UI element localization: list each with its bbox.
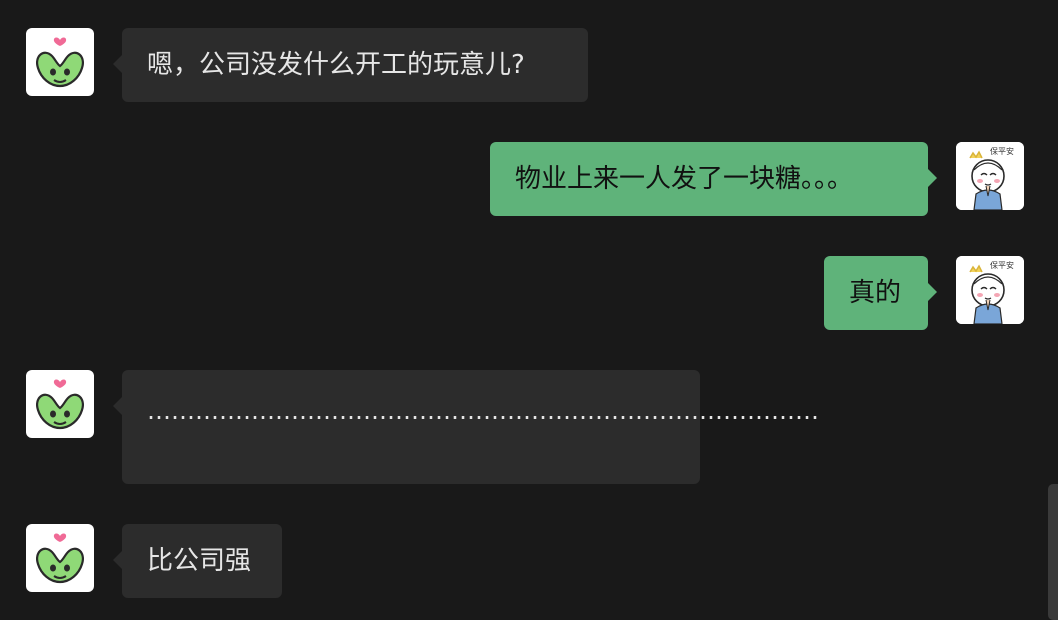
contact-avatar[interactable]: [26, 370, 94, 438]
message-bubble-outgoing[interactable]: 真的: [824, 256, 937, 330]
svg-text:保平安: 保平安: [990, 146, 1014, 156]
chat-history: 嗯，公司没发什么开工的玩意儿? 物业上来一人发了一块糖。。。 保平安 真的 保平…: [0, 0, 1058, 620]
contact-avatar[interactable]: [26, 524, 94, 592]
frog-heart-sticker-icon: [36, 37, 84, 88]
svg-text:保平安: 保平安: [990, 260, 1014, 270]
message-text: 嗯，公司没发什么开工的玩意儿?: [147, 50, 525, 80]
message-text: 比公司强: [147, 546, 252, 576]
cartoon-kid-praying-icon: 保平安: [956, 256, 1024, 324]
frog-heart-sticker-icon: [36, 533, 84, 584]
scrollbar-thumb[interactable]: [1048, 484, 1058, 620]
message-bubble-outgoing[interactable]: 物业上来一人发了一块糖。。。: [490, 142, 937, 216]
message-text: 物业上来一人发了一块糖。。。: [515, 164, 854, 194]
self-avatar[interactable]: 保平安: [956, 256, 1024, 324]
cartoon-kid-praying-icon: 保平安: [956, 142, 1024, 210]
self-avatar[interactable]: 保平安: [956, 142, 1024, 210]
message-bubble-incoming[interactable]: 嗯，公司没发什么开工的玩意儿?: [113, 28, 588, 102]
message-bubble-incoming[interactable]: …………………………………………………………………………: [113, 370, 819, 484]
message-text: 真的: [849, 278, 902, 308]
contact-avatar[interactable]: [26, 28, 94, 96]
message-text: …………………………………………………………………………: [147, 397, 819, 425]
frog-heart-sticker-icon: [36, 379, 84, 430]
message-bubble-incoming[interactable]: 比公司强: [113, 524, 282, 598]
